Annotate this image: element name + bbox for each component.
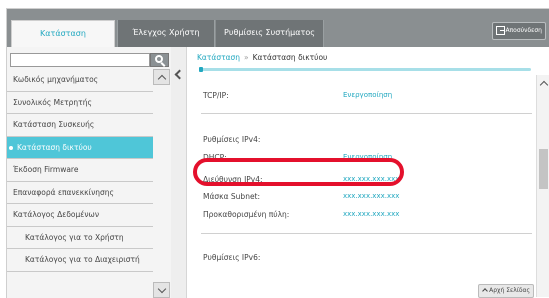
main-scrollbar[interactable] (536, 75, 549, 297)
sidebar: Κωδικός μηχανήματος Συνολικός Μετρητής Κ… (7, 47, 171, 298)
breadcrumb-current: Κατάσταση δικτύου (252, 53, 328, 62)
printer-web-ui: Κατάσταση Έλεγχος Χρήστη Ρυθμίσεις Συστή… (6, 8, 549, 298)
breadcrumb: Κατάσταση » Κατάσταση δικτύου (197, 53, 327, 62)
tab-system-settings[interactable]: Ρυθμίσεις Συστήματος (216, 20, 324, 47)
default-gateway-value: xxx.xxx.xxx.xxx (343, 210, 400, 218)
subnet-mask-label: Μάσκα Subnet: (203, 192, 261, 201)
sidebar-scroll-down-button[interactable] (153, 282, 170, 298)
highlight-annotation (193, 158, 404, 186)
chevron-left-icon (174, 69, 185, 80)
sidebar-item-device-status[interactable]: Κατάσταση Συσκευής (7, 114, 153, 137)
sidebar-item-total-counter[interactable]: Συνολικός Μετρητής (7, 91, 153, 114)
scroll-thumb[interactable] (539, 149, 548, 189)
collapse-sidebar-button[interactable] (173, 67, 185, 83)
tcpip-label: TCP/IP: (203, 91, 229, 100)
chevron-up-icon (539, 80, 549, 90)
arrow-up-icon (482, 288, 488, 294)
logout-icon (496, 26, 505, 35)
logout-button[interactable]: Αποσύνδεση (492, 22, 546, 40)
sidebar-item-admin-list[interactable]: Κατάλογος για το Διαχειριστή (7, 249, 153, 272)
main-scroll-up-button[interactable] (537, 75, 549, 91)
sidebar-scroll-up-button[interactable] (153, 69, 170, 85)
subnet-mask-value: xxx.xxx.xxx.xxx (343, 192, 400, 200)
divider (201, 233, 532, 234)
sidebar-item-restart-reset[interactable]: Επαναφορά επανεκκίνησης (7, 181, 153, 204)
top-of-page-label: Αρχή Σελίδας (489, 287, 530, 294)
active-indicator-icon (9, 145, 13, 150)
divider (201, 113, 532, 114)
chevron-up-icon (157, 74, 167, 84)
breadcrumb-link-status[interactable]: Κατάσταση (197, 53, 240, 62)
search-button[interactable] (150, 53, 169, 67)
top-of-page-button[interactable]: Αρχή Σελίδας (478, 284, 534, 298)
default-gateway-label: Προκαθορισμένη πύλη: (203, 210, 290, 219)
logout-label: Αποσύνδεση (505, 27, 542, 34)
tab-status[interactable]: Κατάσταση (11, 20, 115, 47)
sidebar-item-user-list[interactable]: Κατάλογος για το Χρήστη (7, 226, 153, 249)
tab-user-control[interactable]: Έλεγχος Χρήστη (117, 20, 215, 47)
search-input[interactable] (10, 53, 150, 67)
sidebar-item-label: Κατάσταση δικτύου (17, 142, 92, 152)
sidebar-item-machine-code[interactable]: Κωδικός μηχανήματος (7, 69, 153, 92)
breadcrumb-underline (199, 67, 531, 72)
breadcrumb-separator: » (244, 53, 249, 62)
sidebar-item-firmware-version[interactable]: Έκδοση Firmware (7, 159, 153, 182)
tcpip-value: Ενεργοποίηση (343, 91, 393, 99)
tab-bar: Κατάσταση Έλεγχος Χρήστη Ρυθμίσεις Συστή… (7, 9, 549, 47)
sidebar-item-network-status[interactable]: Κατάσταση δικτύου (7, 136, 153, 159)
sidebar-item-data-list[interactable]: Κατάλογος Δεδομένων (7, 204, 153, 227)
sidebar-menu: Κωδικός μηχανήματος Συνολικός Μετρητής Κ… (7, 69, 153, 272)
chevron-down-icon (157, 284, 167, 294)
